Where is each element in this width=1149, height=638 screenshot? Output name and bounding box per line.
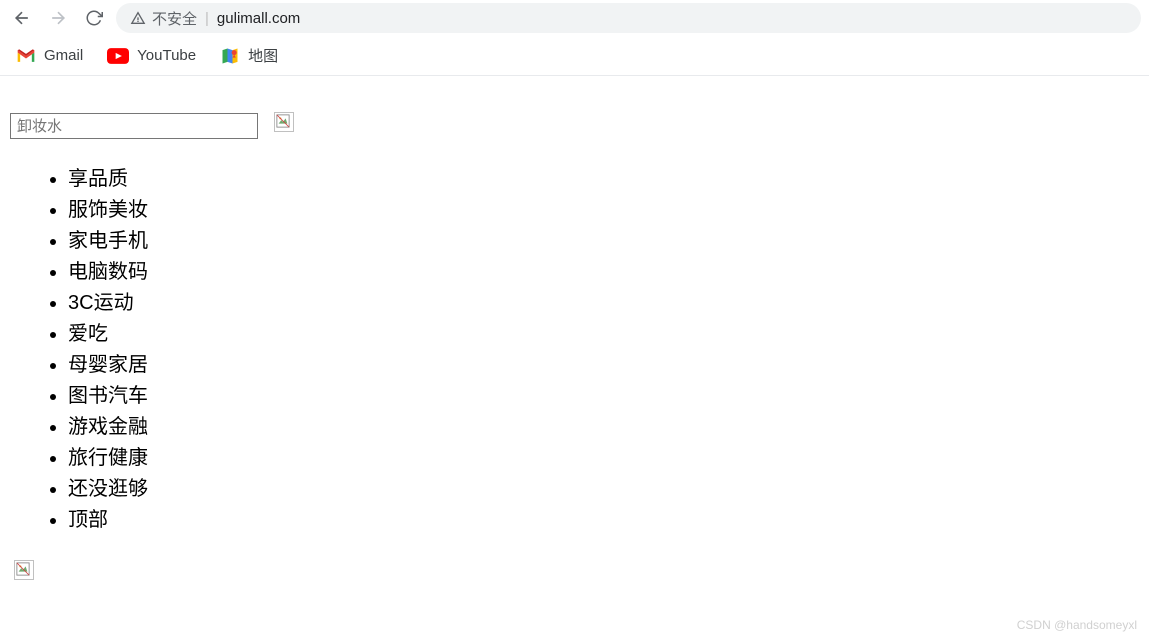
list-item[interactable]: 电脑数码 — [68, 257, 1139, 288]
arrow-right-icon — [48, 8, 68, 28]
reload-icon — [85, 9, 103, 27]
page-content: 享品质 服饰美妆 家电手机 电脑数码 3C运动 爱吃 母婴家居 图书汽车 游戏金… — [0, 76, 1149, 598]
list-item[interactable]: 家电手机 — [68, 226, 1139, 257]
search-input[interactable] — [10, 113, 258, 139]
category-list: 享品质 服饰美妆 家电手机 电脑数码 3C运动 爱吃 母婴家居 图书汽车 游戏金… — [48, 164, 1139, 536]
list-item[interactable]: 顶部 — [68, 505, 1139, 536]
list-item[interactable]: 旅行健康 — [68, 443, 1139, 474]
reload-button[interactable] — [80, 4, 108, 32]
list-item[interactable]: 还没逛够 — [68, 474, 1139, 505]
gmail-icon — [16, 48, 36, 64]
list-item[interactable]: 享品质 — [68, 164, 1139, 195]
warning-icon — [130, 10, 146, 26]
bookmark-maps[interactable]: 地图 — [220, 45, 278, 66]
maps-icon — [220, 46, 240, 66]
youtube-icon — [107, 48, 129, 64]
list-item[interactable]: 游戏金融 — [68, 412, 1139, 443]
address-bar[interactable]: 不安全 | gulimall.com — [116, 3, 1141, 33]
bookmark-label: 地图 — [248, 45, 278, 66]
watermark: CSDN @handsomeyxl — [1017, 618, 1137, 632]
list-item[interactable]: 图书汽车 — [68, 381, 1139, 412]
bookmark-youtube[interactable]: YouTube — [107, 47, 196, 64]
list-item[interactable]: 3C运动 — [68, 288, 1139, 319]
list-item[interactable]: 爱吃 — [68, 319, 1139, 350]
list-item[interactable]: 母婴家居 — [68, 350, 1139, 381]
bookmark-gmail[interactable]: Gmail — [16, 47, 83, 64]
broken-image-icon — [276, 114, 290, 128]
bookmarks-bar: Gmail YouTube 地图 — [0, 36, 1149, 76]
arrow-left-icon — [12, 8, 32, 28]
url-text: gulimall.com — [217, 10, 300, 27]
broken-image-bottom-wrap — [14, 560, 1139, 588]
broken-image-icon — [16, 562, 30, 576]
address-divider: | — [205, 10, 209, 27]
list-item[interactable]: 服饰美妆 — [68, 195, 1139, 226]
security-label: 不安全 — [152, 8, 197, 29]
bookmark-label: Gmail — [44, 47, 83, 64]
back-button[interactable] — [8, 4, 36, 32]
bookmark-label: YouTube — [137, 47, 196, 64]
broken-image-search — [274, 112, 294, 132]
broken-image-bottom — [14, 560, 34, 580]
forward-button[interactable] — [44, 4, 72, 32]
search-row — [10, 112, 1139, 140]
browser-toolbar: 不安全 | gulimall.com — [0, 0, 1149, 36]
